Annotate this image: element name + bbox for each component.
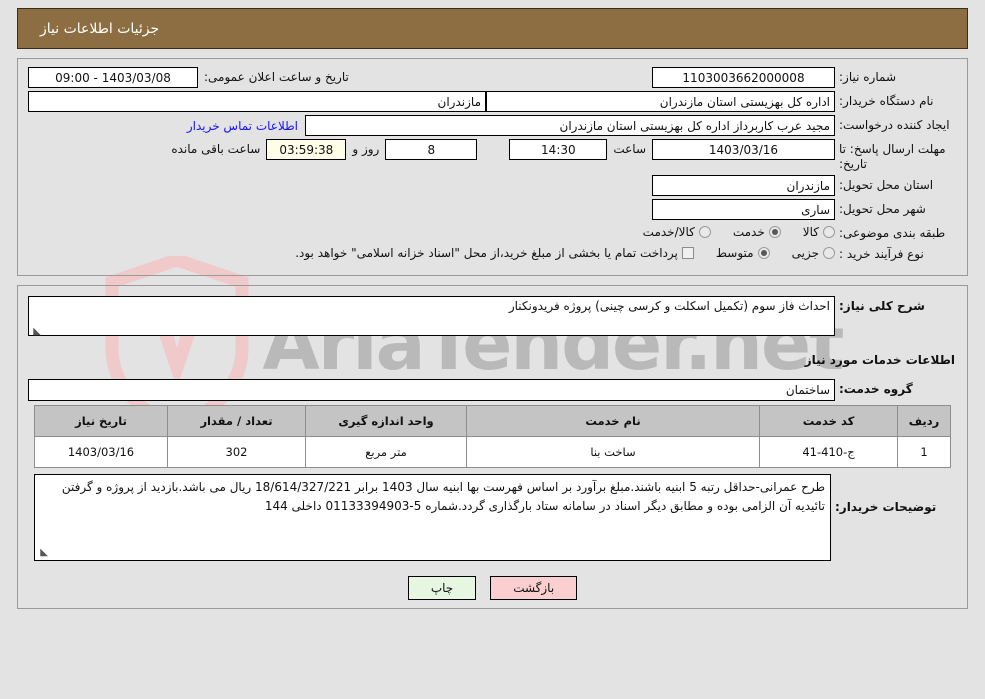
need-summary-label: شرح کلی نیاز: (839, 299, 925, 313)
back-button[interactable]: بازگشت (490, 576, 578, 600)
process-option-jozei[interactable]: جزیی (792, 246, 835, 260)
cell-service-name: ساخت بنا (466, 436, 760, 468)
need-description-panel: شرح کلی نیاز: احداث فاز سوم (تکمیل اسکلت… (17, 285, 968, 609)
buyer-notes-box[interactable]: طرح عمرانی-حداقل رتبه 5 ابنیه باشند.مبلغ… (34, 474, 831, 561)
row-need-summary: شرح کلی نیاز: احداث فاز سوم (تکمیل اسکلت… (28, 296, 957, 339)
page-title: جزئیات اطلاعات نیاز (40, 20, 160, 37)
page-header-bar: جزئیات اطلاعات نیاز (17, 8, 968, 49)
row-requester: ایجاد کننده درخواست: اطلاعات تماس خریدار (28, 115, 957, 136)
category-option-label: کالا (802, 225, 819, 239)
delivery-province-input[interactable] (652, 175, 835, 196)
buyer-notes-label: توضیحات خریدار: (835, 500, 937, 514)
row-need-number: شماره نیاز: تاریخ و ساعت اعلان عمومی: (28, 67, 957, 88)
radio-icon[interactable] (698, 226, 711, 238)
cell-quantity: 302 (167, 436, 306, 468)
resize-grip-icon[interactable]: ◣ (38, 548, 48, 558)
cell-service-code: ج-410-41 (759, 436, 898, 468)
radio-icon[interactable] (757, 247, 770, 259)
deadline-label: مهلت ارسال پاسخ: تا تاریخ: (839, 142, 946, 171)
service-group-input[interactable] (28, 379, 835, 401)
checkbox-icon[interactable] (681, 247, 694, 259)
radio-icon[interactable] (768, 226, 781, 238)
buyer-org-label: نام دستگاه خریدار: (839, 94, 934, 108)
public-announce-label: تاریخ و ساعت اعلان عمومی: (204, 70, 349, 84)
row-buyer-notes: توضیحات خریدار: طرح عمرانی-حداقل رتبه 5 … (34, 474, 951, 561)
requester-input[interactable] (305, 115, 835, 136)
buyer-notes-text: طرح عمرانی-حداقل رتبه 5 ابنیه باشند.مبلغ… (61, 480, 825, 513)
services-table-wrapper: ردیف کد خدمت نام خدمت واحد اندازه گیری ت… (34, 405, 951, 468)
radio-icon[interactable] (823, 247, 835, 259)
remaining-days-label: روز و (352, 142, 380, 156)
row-delivery-city: شهر محل تحویل: (28, 199, 957, 220)
column-header-service-code: کد خدمت (759, 405, 898, 437)
column-header-need-date: تاریخ نیاز (34, 405, 168, 437)
category-option-label: خدمت (732, 225, 765, 239)
category-radio-group: کالا خدمت کالا/خدمت (621, 223, 835, 239)
row-delivery-province: استان محل تحویل: (28, 175, 957, 196)
service-group-label: گروه خدمت: (839, 382, 913, 396)
deadline-date-input[interactable] (652, 139, 835, 160)
buyer-org-input[interactable] (486, 91, 835, 112)
action-button-bar: بازگشت چاپ (28, 576, 957, 600)
table-row[interactable]: 1 ج-410-41 ساخت بنا متر مربع 302 1403/03… (34, 436, 951, 468)
cell-need-date: 1403/03/16 (34, 436, 168, 468)
radio-icon[interactable] (823, 226, 835, 238)
row-process-type: نوع فرآیند خرید : جزیی متوسط پرداخت تمام… (28, 244, 957, 262)
cell-radif: 1 (897, 436, 951, 468)
print-button[interactable]: چاپ (407, 576, 477, 600)
delivery-province-label: استان محل تحویل: (839, 178, 934, 192)
category-label: طبقه بندی موضوعی: (839, 226, 946, 240)
table-header-row: ردیف کد خدمت نام خدمت واحد اندازه گیری ت… (34, 405, 951, 437)
process-type-label: نوع فرآیند خرید : (839, 247, 924, 261)
column-header-radif: ردیف (897, 405, 951, 437)
category-option-khedmat[interactable]: خدمت (733, 225, 781, 239)
remaining-suffix-label: ساعت باقی مانده (171, 142, 261, 156)
remaining-clock-input (266, 139, 347, 160)
process-option-label: متوسط (715, 246, 754, 260)
process-radio-group: جزیی متوسط پرداخت تمام یا بخشی از مبلغ خ… (273, 244, 835, 260)
need-number-label: شماره نیاز: (839, 70, 896, 84)
row-category: طبقه بندی موضوعی: کالا خدمت کالا/خدمت (28, 223, 957, 241)
treasury-bond-label: پرداخت تمام یا بخشی از مبلغ خرید،از محل … (295, 246, 678, 260)
need-number-input[interactable] (652, 67, 835, 88)
public-announce-input[interactable] (28, 67, 198, 88)
process-option-motavaset[interactable]: متوسط (716, 246, 770, 260)
delivery-city-input[interactable] (652, 199, 835, 220)
column-header-unit: واحد اندازه گیری (305, 405, 467, 437)
row-service-group: گروه خدمت: (28, 379, 957, 401)
delivery-city-label: شهر محل تحویل: (839, 202, 926, 216)
cell-unit: متر مربع (305, 436, 467, 468)
treasury-bond-checkbox-item[interactable]: پرداخت تمام یا بخشی از مبلغ خرید،از محل … (295, 246, 694, 260)
remaining-days-input[interactable] (385, 139, 478, 160)
need-summary-textarea[interactable]: احداث فاز سوم (تکمیل اسکلت و کرسی چینی) … (28, 296, 835, 336)
category-option-kala[interactable]: کالا (803, 225, 835, 239)
services-table: ردیف کد خدمت نام خدمت واحد اندازه گیری ت… (34, 405, 951, 468)
process-option-label: جزیی (791, 246, 819, 260)
buyer-contact-link[interactable]: اطلاعات تماس خریدار (180, 119, 305, 133)
requester-label: ایجاد کننده درخواست: (839, 118, 950, 132)
row-buyer-org: نام دستگاه خریدار: (28, 91, 957, 112)
deadline-time-label: ساعت (613, 142, 646, 156)
deadline-time-input[interactable] (509, 139, 608, 160)
category-option-kala-khedmat[interactable]: کالا/خدمت (643, 225, 711, 239)
need-info-panel: شماره نیاز: تاریخ و ساعت اعلان عمومی: نا… (17, 58, 968, 276)
row-deadline: مهلت ارسال پاسخ: تا تاریخ: ساعت روز و سا… (28, 139, 957, 172)
services-section-title: اطلاعات خدمات مورد نیاز (804, 353, 955, 367)
column-header-service-name: نام خدمت (466, 405, 760, 437)
buyer-org-province-input[interactable] (28, 91, 486, 112)
column-header-quantity: تعداد / مقدار (167, 405, 306, 437)
category-option-label: کالا/خدمت (642, 225, 695, 239)
